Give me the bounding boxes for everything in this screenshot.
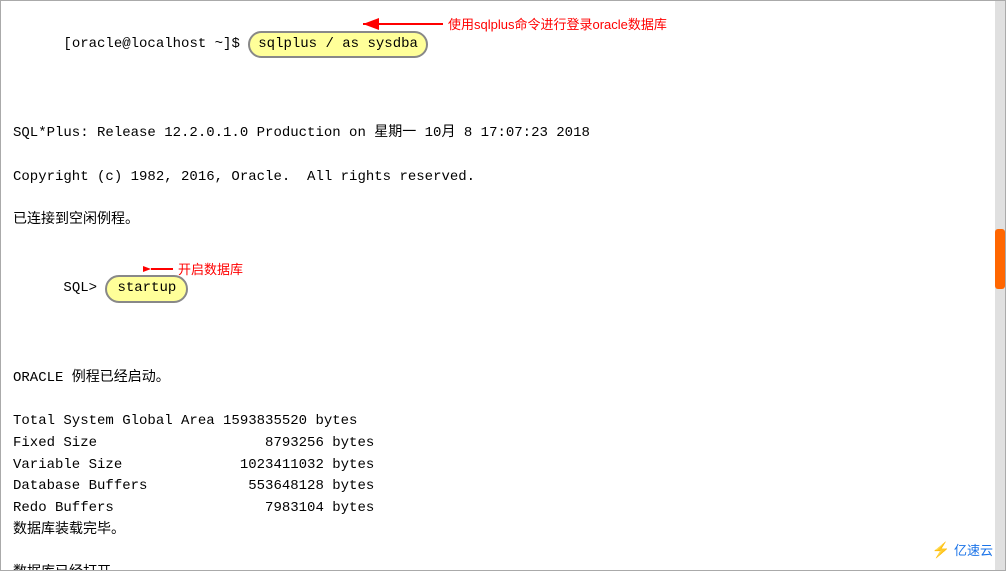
watermark-text: 亿速云 [954, 543, 993, 558]
terminal-window: [oracle@localhost ~]$ sqlplus / as sysdb… [0, 0, 1006, 571]
scrollbar[interactable] [995, 1, 1005, 570]
line-12: Fixed Size 8793256 bytes [13, 433, 993, 455]
line-10 [13, 390, 993, 412]
line-15: Redo Buffers 7983104 bytes [13, 498, 993, 520]
line-3 [13, 145, 993, 167]
line-14: Database Buffers 553648128 bytes [13, 476, 993, 498]
line-4: Copyright (c) 1982, 2016, Oracle. All ri… [13, 167, 993, 189]
prompt-2: SQL> [63, 280, 105, 296]
line-5 [13, 189, 993, 211]
line-6: 已连接到空闲例程。 [13, 210, 993, 232]
svg-text:使用sqlplus命令进行登录oracle数据库: 使用sqlplus命令进行登录oracle数据库 [448, 17, 667, 32]
cmd-highlight-1: sqlplus / as sysdba [248, 31, 428, 59]
line-7 [13, 232, 993, 254]
watermark: ⚡ 亿速云 [932, 539, 993, 562]
line-17 [13, 542, 993, 564]
line-8: SQL> startup 开启数据库 [13, 254, 993, 368]
watermark-icon: ⚡ [932, 542, 951, 559]
terminal-body[interactable]: [oracle@localhost ~]$ sqlplus / as sysdb… [1, 1, 1005, 570]
line-16: 数据库装载完毕。 [13, 520, 993, 542]
prompt-1: [oracle@localhost ~]$ [63, 36, 248, 52]
svg-text:开启数据库: 开启数据库 [178, 262, 243, 277]
line-2: SQL*Plus: Release 12.2.0.1.0 Production … [13, 123, 993, 145]
line-1: [oracle@localhost ~]$ sqlplus / as sysdb… [13, 9, 993, 123]
scrollbar-thumb[interactable] [995, 229, 1005, 289]
line-18: 数据库已经打开。 [13, 563, 993, 570]
line-13: Variable Size 1023411032 bytes [13, 455, 993, 477]
line-11: Total System Global Area 1593835520 byte… [13, 411, 993, 433]
line-9: ORACLE 例程已经启动。 [13, 368, 993, 390]
cmd-highlight-2: startup [105, 275, 188, 303]
